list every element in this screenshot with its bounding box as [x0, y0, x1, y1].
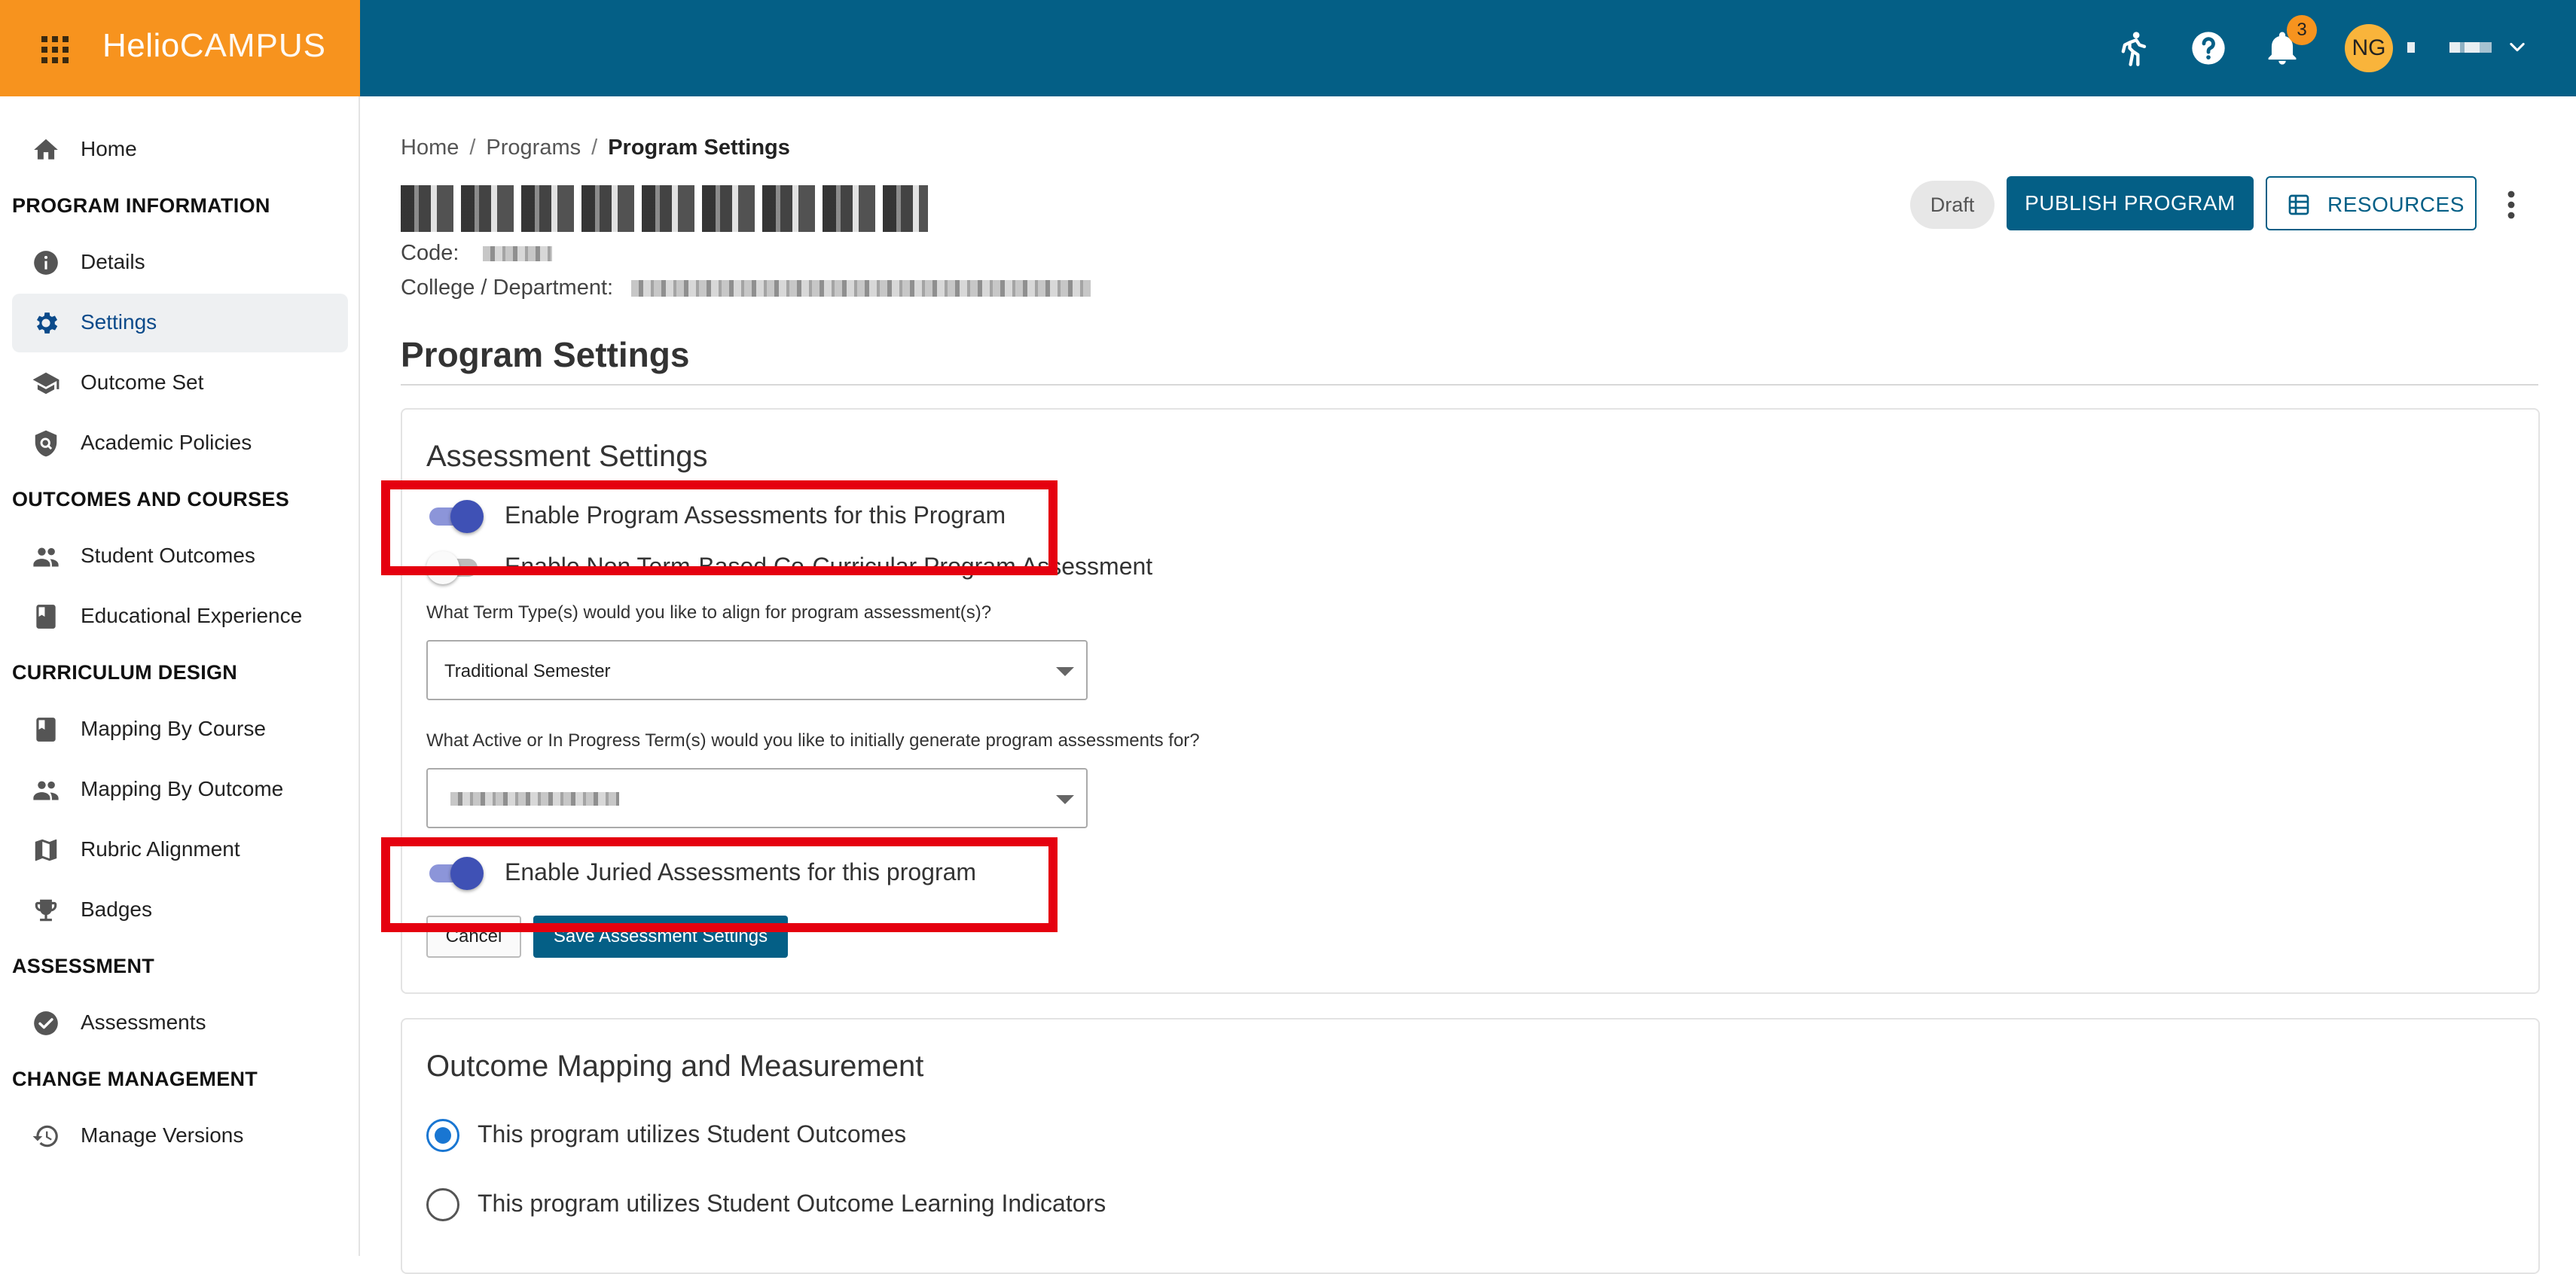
- program-code-label: Code:: [401, 241, 459, 265]
- more-vert-icon[interactable]: [2498, 187, 2525, 223]
- dropdown-arrow-icon: [1056, 795, 1074, 804]
- breadcrumb: Home / Programs / Program Settings: [401, 136, 790, 160]
- student-outcomes-radio[interactable]: [426, 1119, 459, 1152]
- map-icon: [35, 839, 57, 861]
- dropdown-arrow-icon: [1056, 667, 1074, 676]
- college-department-redacted: [631, 280, 1091, 297]
- sidebar-item-label: Rubric Alignment: [81, 837, 240, 861]
- program-college: College / Department:: [401, 276, 1091, 300]
- highlight-box: [381, 837, 1058, 932]
- learning-indicators-radio[interactable]: [426, 1188, 459, 1221]
- sidebar-item-student-outcomes[interactable]: Student Outcomes: [12, 527, 348, 586]
- breadcrumb-programs[interactable]: Programs: [486, 136, 581, 160]
- active-terms-select[interactable]: [426, 768, 1088, 828]
- sidebar-item-label: Mapping By Outcome: [81, 777, 284, 800]
- card-title: Outcome Mapping and Measurement: [426, 1050, 924, 1083]
- people-icon: [33, 781, 59, 800]
- resources-grid-icon: [2288, 194, 2309, 215]
- program-code: Code:: [401, 241, 553, 266]
- sidebar-item-mapping-by-course[interactable]: Mapping By Course: [12, 700, 348, 759]
- check-circle-icon: [34, 1011, 58, 1035]
- avatar[interactable]: NG: [2345, 24, 2393, 72]
- active-terms-question: What Active or In Progress Term(s) would…: [426, 730, 1200, 751]
- sidebar-item-details[interactable]: Details: [12, 233, 348, 292]
- trophy-icon: [35, 899, 57, 922]
- gear-icon: [36, 312, 58, 334]
- select-value-redacted: [450, 792, 619, 806]
- sidebar-item-label: Manage Versions: [81, 1123, 244, 1147]
- book-icon: [36, 605, 56, 629]
- section-heading-assessment: ASSESSMENT: [12, 955, 155, 977]
- sidebar-item-assessments[interactable]: Assessments: [12, 994, 348, 1053]
- top-bar: HelioCAMPUS 3 NG: [0, 0, 2576, 96]
- logo-suffix: CAMPUS: [179, 27, 327, 64]
- history-icon: [32, 1125, 58, 1148]
- help-icon[interactable]: [2189, 29, 2228, 68]
- logo[interactable]: HelioCAMPUS: [102, 27, 326, 69]
- section-heading-curriculum-design: CURRICULUM DESIGN: [12, 661, 238, 684]
- divider: [401, 384, 2538, 386]
- resources-button[interactable]: RESOURCES: [2266, 176, 2477, 230]
- sidebar-item-educational-experience[interactable]: Educational Experience: [12, 587, 348, 646]
- sidebar-item-outcome-set[interactable]: Outcome Set: [12, 354, 348, 413]
- college-department-label: College / Department:: [401, 276, 614, 300]
- book-icon: [36, 718, 56, 742]
- logo-prefix: Helio: [102, 27, 180, 64]
- term-type-select[interactable]: Traditional Semester: [426, 640, 1088, 700]
- radio-label: This program utilizes Student Outcomes: [478, 1120, 907, 1148]
- highlight-box: [381, 480, 1058, 575]
- status-badge: Draft: [1910, 181, 1995, 229]
- card-title: Assessment Settings: [426, 440, 708, 473]
- sidebar-item-label: Academic Policies: [81, 431, 252, 454]
- section-heading-program-information: PROGRAM INFORMATION: [12, 194, 270, 217]
- sidebar-item-label: Details: [81, 250, 145, 273]
- home-icon: [34, 139, 58, 160]
- breadcrumb-current: Program Settings: [608, 136, 790, 160]
- sidebar-item-academic-policies[interactable]: Academic Policies: [12, 414, 348, 473]
- sidebar-item-rubric-alignment[interactable]: Rubric Alignment: [12, 821, 348, 879]
- sidebar-item-badges[interactable]: Badges: [12, 881, 348, 940]
- policy-shield-icon: [35, 430, 57, 457]
- sidebar-item-label: Badges: [81, 898, 152, 921]
- chevron-down-icon[interactable]: [2507, 36, 2528, 57]
- sidebar-item-settings[interactable]: Settings: [12, 294, 348, 352]
- section-heading-outcomes-and-courses: OUTCOMES AND COURSES: [12, 488, 290, 511]
- sidebar-item-label: Educational Experience: [81, 604, 303, 627]
- program-title-redacted: [401, 185, 928, 232]
- sidebar-item-manage-versions[interactable]: Manage Versions: [12, 1107, 348, 1166]
- outcome-mapping-card: Outcome Mapping and Measurement This pro…: [401, 1018, 2540, 1274]
- people-icon: [33, 547, 59, 567]
- info-icon: [34, 251, 58, 275]
- main-content: Home / Programs / Program Settings Code: Col…: [360, 96, 2576, 1274]
- select-value: Traditional Semester: [444, 661, 611, 681]
- graduation-cap-icon: [32, 372, 60, 395]
- notification-count-badge: 3: [2287, 15, 2317, 45]
- program-code-redacted: [483, 246, 553, 262]
- apps-grid-icon[interactable]: [41, 36, 69, 63]
- section-heading-change-management: CHANGE MANAGEMENT: [12, 1068, 258, 1090]
- breadcrumb-home[interactable]: Home: [401, 136, 459, 160]
- walkthrough-icon[interactable]: [2115, 29, 2154, 68]
- sidebar-item-label: Student Outcomes: [81, 544, 255, 567]
- sidebar-item-label: Home: [81, 137, 137, 160]
- brand-area: HelioCAMPUS: [0, 0, 360, 96]
- user-role-redacted[interactable]: [2449, 42, 2492, 53]
- sidebar-item-mapping-by-outcome[interactable]: Mapping By Outcome: [12, 760, 348, 819]
- sidebar-item-label: Outcome Set: [81, 370, 204, 394]
- user-name-redacted[interactable]: [2407, 42, 2415, 53]
- sidebar: Home PROGRAM INFORMATION Details Setting…: [0, 96, 360, 1256]
- sidebar-item-label: Settings: [81, 310, 157, 334]
- term-type-question: What Term Type(s) would you like to alig…: [426, 602, 992, 623]
- publish-program-button[interactable]: PUBLISH PROGRAM: [2007, 176, 2254, 230]
- sidebar-item-home[interactable]: Home: [12, 120, 348, 179]
- page-title: Program Settings: [401, 335, 690, 374]
- sidebar-item-label: Mapping By Course: [81, 717, 266, 740]
- radio-label: This program utilizes Student Outcome Le…: [478, 1190, 1106, 1217]
- sidebar-item-label: Assessments: [81, 1010, 206, 1034]
- resources-label: RESOURCES: [2327, 193, 2465, 216]
